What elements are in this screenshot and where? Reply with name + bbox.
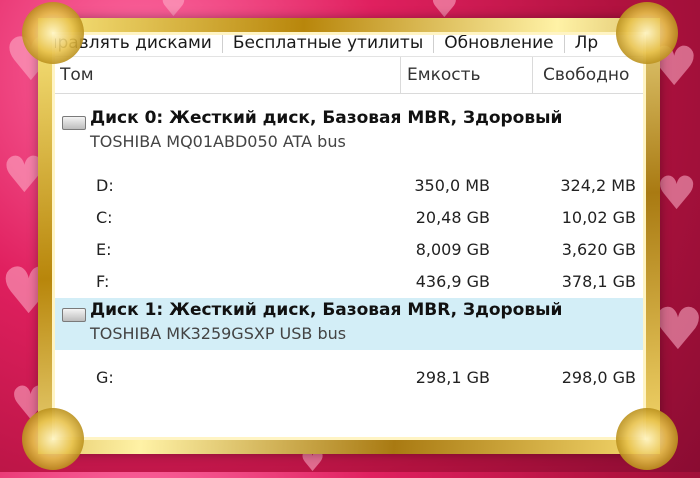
heart-decoration-icon: ♥ bbox=[656, 166, 698, 220]
frame-corner-ornament bbox=[22, 408, 84, 470]
frame-corner-ornament bbox=[22, 2, 84, 64]
frame-corner-ornament bbox=[616, 408, 678, 470]
frame-corner-ornament bbox=[616, 2, 678, 64]
gold-frame bbox=[38, 18, 660, 454]
